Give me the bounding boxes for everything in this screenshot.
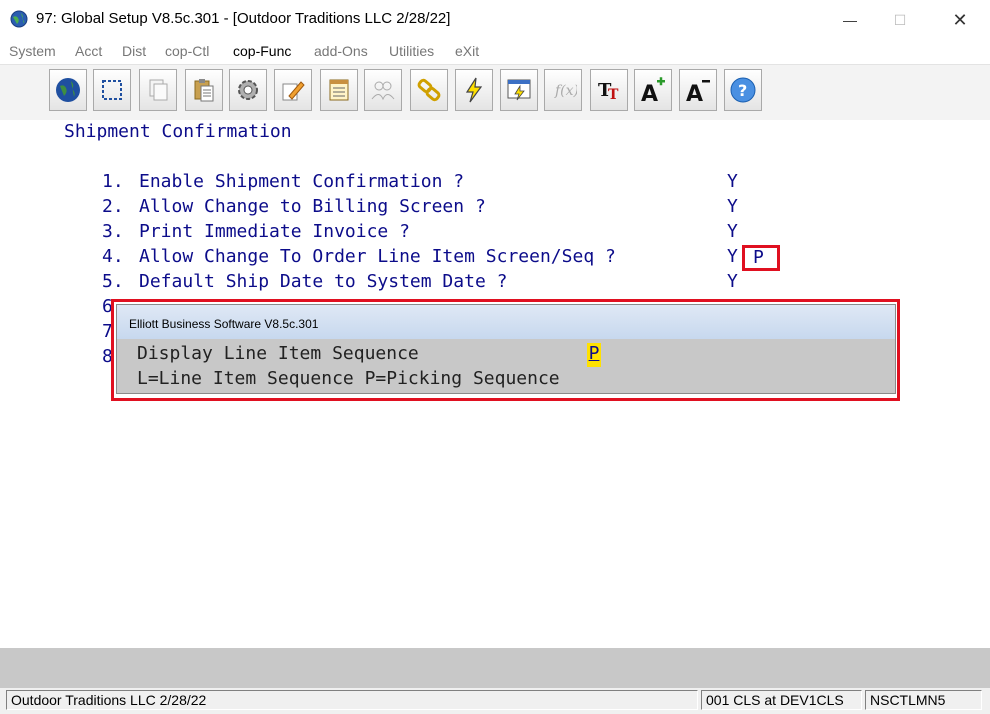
help-icon: ? xyxy=(730,77,756,103)
help-button[interactable]: ? xyxy=(724,69,762,111)
option-label: Allow Change to Billing Screen ? xyxy=(139,196,486,217)
maximize-button[interactable]: ☐ xyxy=(880,6,920,34)
sequence-popup: Elliott Business Software V8.5c.301 Disp… xyxy=(116,304,896,394)
globe-app-icon xyxy=(10,10,28,28)
settings-icon xyxy=(238,80,258,100)
menu-cop-ctl[interactable]: cop-Ctl xyxy=(165,43,209,59)
option-value[interactable]: Y xyxy=(727,221,738,242)
menu-system[interactable]: System xyxy=(9,43,56,59)
select-icon xyxy=(102,80,122,100)
notes-icon xyxy=(329,79,349,101)
option-number: 3. xyxy=(102,221,124,242)
users-icon xyxy=(371,81,395,101)
copy-icon xyxy=(149,79,168,101)
title-bar: 97: Global Setup V8.5c.301 - [Outdoor Tr… xyxy=(0,0,990,40)
option-number: 5. xyxy=(102,271,124,292)
font-increase-icon: A xyxy=(641,77,665,104)
option-label: Enable Shipment Confirmation ? xyxy=(139,171,465,192)
menu-acct[interactable]: Acct xyxy=(75,43,102,59)
option-label: Default Ship Date to System Date ? xyxy=(139,271,508,292)
option-label: Print Immediate Invoice ? xyxy=(139,221,410,242)
svg-text:A: A xyxy=(641,82,658,104)
paste-button[interactable] xyxy=(185,69,223,111)
font-icon: TT xyxy=(598,80,619,103)
menu-dist[interactable]: Dist xyxy=(122,43,146,59)
option-label: Allow Change To Order Line Item Screen/S… xyxy=(139,246,616,267)
link-button[interactable] xyxy=(410,69,448,111)
status-bar: Outdoor Traditions LLC 2/28/22 001 CLS a… xyxy=(0,688,990,714)
menu-add-ons[interactable]: add-Ons xyxy=(314,43,368,59)
notes-button[interactable] xyxy=(320,69,358,111)
menu-cop-func[interactable]: cop-Func xyxy=(233,43,291,59)
option-number: 2. xyxy=(102,196,124,217)
option-value[interactable]: Y xyxy=(727,196,738,217)
minimize-button[interactable]: — xyxy=(830,6,870,34)
popup-value-field[interactable]: P xyxy=(587,343,601,367)
font-decrease-icon: A xyxy=(686,80,710,104)
quick-screen-icon xyxy=(507,79,531,101)
option-number: 4. xyxy=(102,246,124,267)
font-increase-button[interactable]: A xyxy=(634,69,672,111)
popup-prompt: Display Line Item Sequence xyxy=(137,343,419,364)
function-button[interactable]: f(x) xyxy=(544,69,582,111)
font-decrease-button[interactable]: A xyxy=(679,69,717,111)
popup-title: Elliott Business Software V8.5c.301 xyxy=(117,305,895,339)
status-location: 001 CLS at DEV1CLS xyxy=(701,690,862,710)
edit-button[interactable] xyxy=(274,69,312,111)
quick-screen-button[interactable] xyxy=(500,69,538,111)
users-button[interactable] xyxy=(364,69,402,111)
toolbar: f(x) TT A A ? xyxy=(0,64,990,120)
svg-text:A: A xyxy=(686,82,703,104)
menu-bar: System Acct Dist cop-Ctl cop-Func add-On… xyxy=(0,40,990,64)
option-number: 1. xyxy=(102,171,124,192)
function-key-area xyxy=(0,648,990,688)
function-icon: f(x) xyxy=(554,83,577,99)
svg-text:?: ? xyxy=(738,81,747,100)
menu-exit[interactable]: eXit xyxy=(455,43,479,59)
select-button[interactable] xyxy=(93,69,131,111)
status-company: Outdoor Traditions LLC 2/28/22 xyxy=(6,690,698,710)
link-icon xyxy=(417,78,441,102)
edit-icon xyxy=(282,81,305,101)
popup-help-text: L=Line Item Sequence P=Picking Sequence xyxy=(137,368,560,389)
settings-button[interactable] xyxy=(229,69,267,111)
screen-heading: Shipment Confirmation xyxy=(64,121,292,142)
globe-icon xyxy=(56,78,80,102)
lightning-icon xyxy=(465,77,483,103)
status-program: NSCTLMN5 xyxy=(865,690,982,710)
window-title: 97: Global Setup V8.5c.301 - [Outdoor Tr… xyxy=(36,10,451,27)
sequence-value-field[interactable]: P xyxy=(742,245,780,271)
font-button[interactable]: TT xyxy=(590,69,628,111)
menu-utilities[interactable]: Utilities xyxy=(389,43,434,59)
lightning-button[interactable] xyxy=(455,69,493,111)
option-value[interactable]: Y xyxy=(727,271,738,292)
close-button[interactable]: ✕ xyxy=(940,6,980,34)
option-value[interactable]: Y xyxy=(727,246,738,267)
option-value[interactable]: Y xyxy=(727,171,738,192)
svg-text:T: T xyxy=(608,87,619,103)
copy-button[interactable] xyxy=(139,69,177,111)
svg-text:f(x): f(x) xyxy=(554,83,577,99)
globe-button[interactable] xyxy=(49,69,87,111)
paste-icon xyxy=(194,79,214,102)
